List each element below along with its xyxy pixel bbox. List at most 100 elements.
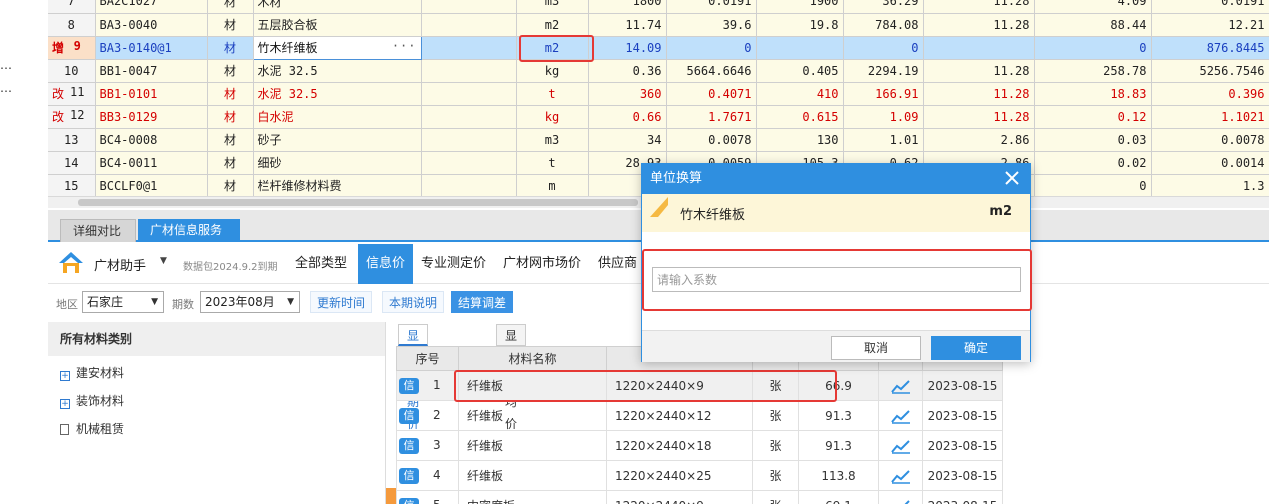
material-type[interactable]: 材 — [207, 59, 254, 83]
price-seq-cell[interactable]: 信3 — [396, 430, 459, 461]
cell-value[interactable]: 0.405 — [756, 59, 844, 83]
cell-value[interactable]: 0.12 — [1034, 105, 1152, 129]
nav-market-price[interactable]: 广材网市场价 — [503, 244, 581, 284]
cell-value[interactable]: 4.09 — [1034, 0, 1152, 14]
row-index[interactable]: 改 12 — [48, 105, 96, 129]
material-unit[interactable]: kg — [516, 105, 589, 129]
cancel-button[interactable]: 取消 — [831, 336, 921, 360]
price-unit[interactable]: 张 — [752, 400, 799, 431]
cell-value[interactable]: 1.3 — [1151, 174, 1269, 198]
cell-value[interactable]: 258.78 — [1034, 59, 1152, 83]
cell-value[interactable]: 0 — [1034, 174, 1152, 198]
price-date[interactable]: 2023-08-15 — [922, 400, 1003, 431]
material-name[interactable]: 竹木纤维板 ··· — [252, 35, 422, 60]
scrollbar-thumb[interactable] — [78, 199, 638, 206]
price-date[interactable]: 2023-08-15 — [922, 490, 1003, 504]
material-unit[interactable]: kg — [516, 59, 589, 83]
price-unit[interactable]: 张 — [752, 460, 799, 491]
cell-value[interactable]: 11.28 — [923, 13, 1035, 37]
cell-value[interactable]: 11.28 — [923, 0, 1035, 14]
cell-value[interactable]: 0.0014 — [1151, 151, 1269, 175]
material-name[interactable]: 木材 — [253, 0, 422, 14]
price-date[interactable]: 2023-08-15 — [922, 430, 1003, 461]
more-options-icon[interactable]: ··· — [392, 39, 417, 53]
material-code[interactable]: BA3-0040 — [95, 13, 208, 37]
price-value[interactable]: 66.9 — [798, 370, 879, 401]
material-type[interactable]: 材 — [207, 174, 254, 198]
cell-value[interactable]: 5256.7546 — [1151, 59, 1269, 83]
update-time-button[interactable]: 更新时间 — [310, 291, 373, 313]
cell-value[interactable]: 0.36 — [588, 59, 667, 83]
cell-value[interactable]: 130 — [756, 128, 844, 152]
material-name[interactable]: 砂子 — [253, 128, 422, 152]
spacer-cell[interactable] — [421, 36, 517, 60]
price-seq-cell[interactable]: 信2 — [396, 400, 459, 431]
material-name[interactable]: 白水泥 — [253, 105, 422, 129]
material-row[interactable]: 10 BB1-0047 材水泥 32.5 kg 0.36 5664.6646 0.405 22… — [48, 59, 1269, 83]
cell-value[interactable]: 14.09 — [588, 36, 667, 60]
material-type[interactable]: 材 — [207, 151, 254, 175]
category-item-machinery[interactable]: 机械租赁 — [60, 420, 124, 437]
spacer-cell[interactable] — [421, 128, 517, 152]
price-spec[interactable]: 1220×2440×25 — [606, 460, 753, 491]
cell-value[interactable]: 876.8445 — [1151, 36, 1269, 60]
price-row[interactable]: 信5中密度板1220×2440×9张69.12023-08-15 — [396, 490, 1003, 504]
cell-value[interactable]: 360 — [588, 82, 667, 106]
material-type[interactable]: 材 — [207, 13, 254, 37]
trend-chart-icon[interactable] — [878, 370, 923, 401]
material-unit[interactable]: m2 — [516, 36, 589, 60]
cell-value[interactable] — [923, 36, 1035, 60]
cell-value[interactable]: 0.0078 — [1151, 128, 1269, 152]
row-index[interactable]: 14 — [48, 151, 96, 175]
cell-value[interactable]: 0.615 — [756, 105, 844, 129]
cell-value[interactable]: 1.09 — [843, 105, 924, 129]
cell-value[interactable]: 12.21 — [1151, 13, 1269, 37]
cell-value[interactable]: 0.0191 — [666, 0, 757, 14]
price-date[interactable]: 2023-08-15 — [922, 460, 1003, 491]
material-code[interactable]: BB1-0101 — [95, 82, 208, 106]
spacer-cell[interactable] — [421, 105, 517, 129]
cell-value[interactable]: 0.396 — [1151, 82, 1269, 106]
material-code[interactable]: BC4-0008 — [95, 128, 208, 152]
spacer-cell[interactable] — [421, 13, 517, 37]
category-item-decoration[interactable]: + 装饰材料 — [60, 392, 124, 409]
ok-button[interactable]: 确定 — [931, 336, 1021, 360]
expand-icon[interactable]: + — [60, 371, 70, 381]
cell-value[interactable]: 11.28 — [923, 105, 1035, 129]
cell-value[interactable]: 1.1021 — [1151, 105, 1269, 129]
cell-value[interactable] — [756, 36, 844, 60]
material-type[interactable]: 材 — [207, 0, 254, 14]
material-type[interactable]: 材 — [207, 36, 254, 60]
tab-average-price[interactable]: 显示平均价 — [496, 324, 527, 431]
settle-adjust-button[interactable]: 结算调差 — [451, 291, 514, 313]
price-seq-cell[interactable]: 信1 — [396, 370, 459, 401]
material-unit[interactable]: m3 — [516, 0, 589, 14]
row-index[interactable]: 增9 — [48, 36, 96, 60]
material-type[interactable]: 材 — [207, 82, 254, 106]
material-type[interactable]: 材 — [207, 128, 254, 152]
price-unit[interactable]: 张 — [752, 370, 799, 401]
cell-value[interactable]: 0 — [843, 36, 924, 60]
price-seq-cell[interactable]: 信4 — [396, 460, 459, 491]
cell-value[interactable]: 0.0191 — [1151, 0, 1269, 14]
row-index[interactable]: 改 11 — [48, 82, 96, 106]
cell-value[interactable]: 36.29 — [843, 0, 924, 14]
nav-supplier[interactable]: 供应商 — [598, 244, 637, 284]
price-spec[interactable]: 1220×2440×18 — [606, 430, 753, 461]
trend-chart-icon[interactable] — [878, 490, 923, 504]
material-code[interactable]: BA3-0140@1 — [95, 36, 208, 60]
cell-value[interactable]: 34 — [588, 128, 667, 152]
spacer-cell[interactable] — [421, 82, 517, 106]
cell-value[interactable]: 784.08 — [843, 13, 924, 37]
tab-detail-compare[interactable]: 详细对比 — [60, 219, 136, 242]
price-row[interactable]: 信 2 纤维板 1220×2440×12 张 91.3 2023-08-15 — [396, 400, 1003, 431]
price-material-name[interactable]: 纤维板 — [458, 370, 607, 401]
chevron-down-icon[interactable]: ▼ — [160, 256, 167, 266]
cell-value[interactable]: 1800 — [588, 0, 667, 14]
row-index[interactable]: 10 — [48, 59, 96, 83]
material-name[interactable]: 水泥 32.5 — [253, 59, 422, 83]
material-row[interactable]: 13 BC4-0008 材砂子 m3 34 0.0078 130 1.01 2.86 0.03 0.… — [48, 128, 1269, 152]
row-index[interactable]: 13 — [48, 128, 96, 152]
spacer-cell[interactable] — [421, 0, 517, 14]
price-row[interactable]: 信 4 纤维板 1220×2440×25 张 113.8 2023-08-15 — [396, 460, 1003, 491]
